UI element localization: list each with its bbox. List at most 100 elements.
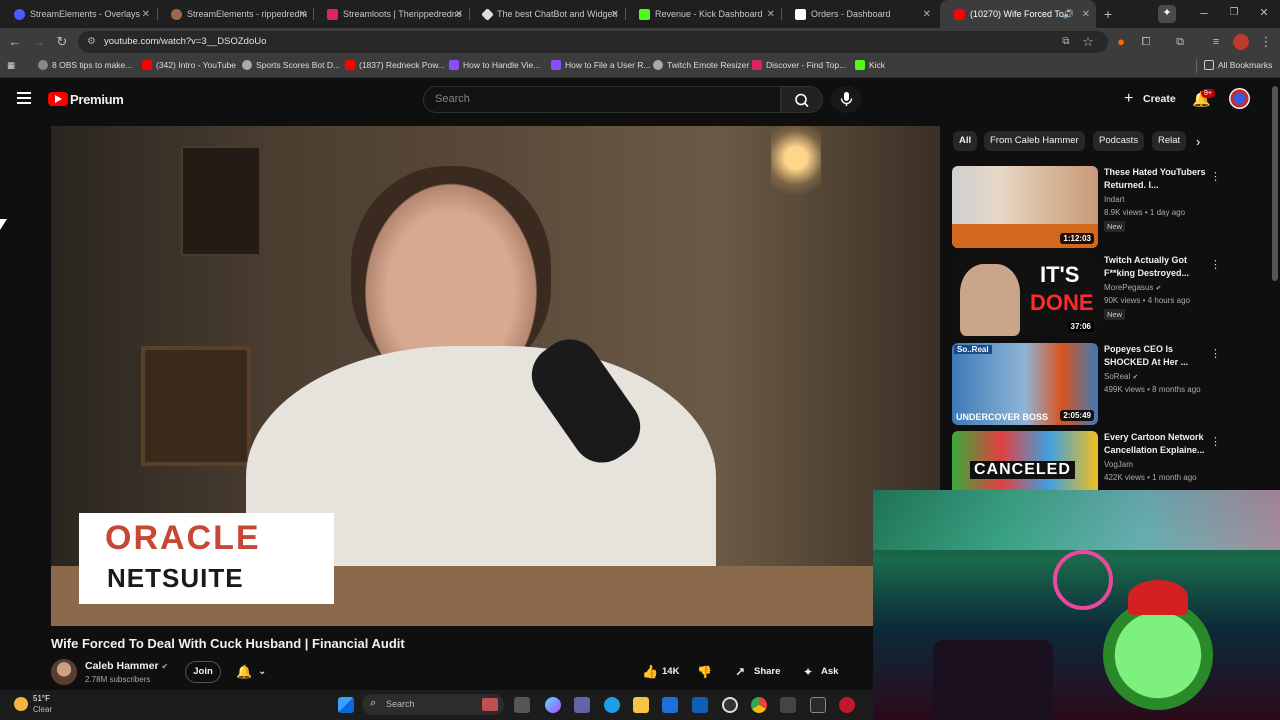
recommendation-title[interactable]: These Hated YouTubers Returned. I...	[1104, 166, 1208, 192]
recommendation-title[interactable]: Twitch Actually Got F**king Destroyed...	[1104, 254, 1208, 280]
search-button[interactable]	[781, 86, 823, 113]
window-close-button[interactable]: ✕	[1256, 5, 1272, 21]
account-avatar[interactable]	[1229, 88, 1250, 109]
bookmark-item[interactable]: (1837) Redneck Pow...	[345, 60, 445, 70]
video-thumbnail[interactable]: IT'S DONE 37:06	[952, 254, 1098, 336]
more-options-icon[interactable]: ⋮	[1210, 347, 1221, 360]
like-count[interactable]: 14K	[662, 661, 679, 683]
bookmark-item[interactable]: Sports Scores Bot D...	[242, 60, 340, 70]
copilot-icon[interactable]	[545, 697, 561, 713]
tab-youtube-active[interactable]: (10270) Wife Forced To De 🔊 ✕	[940, 0, 1096, 28]
channel-name[interactable]: Caleb Hammer ✔	[85, 660, 168, 672]
weather-temp[interactable]: 51°F	[33, 694, 50, 703]
extension-icon[interactable]: ●	[1113, 34, 1129, 50]
outlook-icon[interactable]	[692, 697, 708, 713]
sparkle-icon[interactable]: ✦	[803, 661, 813, 683]
obs-icon[interactable]	[722, 697, 738, 713]
store-icon[interactable]	[662, 697, 678, 713]
video-thumbnail[interactable]: So..Real UNDERCOVER BOSS 2:05:49	[952, 343, 1098, 425]
bookmark-star-icon[interactable]: ☆	[1080, 34, 1096, 50]
voice-search-button[interactable]	[831, 86, 862, 113]
bookmark-item[interactable]: 8 OBS tips to make...	[38, 60, 132, 70]
recommendation-channel[interactable]: Indart	[1104, 195, 1124, 204]
all-bookmarks[interactable]: All Bookmarks	[1204, 60, 1272, 70]
chevron-right-icon[interactable]: ›	[1196, 134, 1200, 149]
more-options-icon[interactable]: ⋮	[1210, 258, 1221, 271]
thumbs-up-icon[interactable]: 👍	[642, 661, 658, 683]
recommendation-title[interactable]: Popeyes CEO Is SHOCKED At Her ...	[1104, 343, 1208, 369]
teams-icon[interactable]	[574, 697, 590, 713]
recommendation-channel[interactable]: SoReal ✔	[1104, 372, 1138, 381]
share-button[interactable]: Share	[754, 661, 780, 683]
close-icon[interactable]: ✕	[611, 9, 619, 20]
site-info-icon[interactable]: ⚙	[87, 36, 96, 47]
extensions-puzzle-icon[interactable]: ⧠	[1138, 34, 1154, 50]
tab-streamloots[interactable]: Streamloots | Therippedredne ✕	[313, 0, 469, 28]
video-thumbnail[interactable]: 1:12:03	[952, 166, 1098, 248]
page-scrollbar[interactable]	[1272, 86, 1278, 281]
close-icon[interactable]: ✕	[299, 9, 307, 20]
plus-icon[interactable]: +	[1124, 91, 1133, 107]
tab-kick-revenue[interactable]: Revenue - Kick Dashboard ✕	[625, 0, 781, 28]
chrome-icon[interactable]	[751, 697, 767, 713]
more-options-icon[interactable]: ⋮	[1210, 435, 1217, 448]
address-bar[interactable]: ⚙ youtube.com/watch?v=3__DSOZdoUo	[78, 31, 1108, 53]
close-icon[interactable]: ✕	[142, 9, 150, 20]
bookmark-item[interactable]: Discover - Find Top...	[752, 60, 846, 70]
back-arrow-icon[interactable]: ←	[7, 34, 23, 50]
create-button[interactable]: Create	[1143, 93, 1176, 105]
tab-chatbot-widgets[interactable]: The best ChatBot and Widgets ✕	[469, 0, 625, 28]
bookmark-item[interactable]: How to File a User R...	[551, 60, 651, 70]
hamburger-menu-icon[interactable]	[17, 92, 31, 104]
recommendation-item[interactable]: So..Real UNDERCOVER BOSS 2:05:49 Popeyes…	[952, 343, 1221, 425]
sparkle-icon[interactable]: ✦	[1158, 5, 1176, 23]
tab-streamelements-rippedredneck[interactable]: StreamElements - rippedredne ✕	[157, 0, 313, 28]
thumbs-down-icon[interactable]: 👎	[697, 661, 712, 683]
restore-button[interactable]: ❐	[1226, 5, 1242, 21]
terminal-icon[interactable]	[810, 697, 826, 713]
video-player[interactable]: ORACLE NETSUITE	[51, 126, 940, 626]
profile-avatar[interactable]	[1233, 34, 1249, 50]
bookmark-item[interactable]: How to Handle Vie...	[449, 60, 540, 70]
tab-streamelements-overlays[interactable]: StreamElements - Overlays ✕	[0, 0, 156, 28]
close-icon[interactable]: ✕	[923, 9, 931, 20]
share-icon[interactable]: ↗	[735, 661, 745, 683]
install-app-icon[interactable]: ⧉	[1058, 34, 1074, 50]
weather-sun-icon[interactable]	[14, 697, 28, 711]
recommendation-item[interactable]: CANCELED Every Cartoon Network Cancellat…	[952, 431, 1217, 491]
app-icon[interactable]	[839, 697, 855, 713]
bell-icon[interactable]: 🔔	[236, 661, 252, 683]
menu-kebab-icon[interactable]: ⋮	[1258, 34, 1274, 50]
join-button[interactable]: Join	[185, 661, 221, 683]
speaker-icon[interactable]: 🔊	[1063, 9, 1074, 20]
windows-start-icon[interactable]	[338, 697, 354, 713]
recommendation-channel[interactable]: MorePegasus ✔	[1104, 283, 1161, 292]
chip-related[interactable]: Relat	[1152, 131, 1187, 151]
reload-icon[interactable]: ↻	[54, 34, 70, 50]
reading-list-icon[interactable]: ⧉	[1172, 34, 1188, 50]
chevron-down-icon[interactable]: ⌄	[258, 661, 266, 683]
chip-podcasts[interactable]: Podcasts	[1093, 131, 1145, 151]
more-options-icon[interactable]: ⋮	[1210, 170, 1221, 183]
close-icon[interactable]: ✕	[455, 9, 463, 20]
recommendation-item[interactable]: IT'S DONE 37:06 Twitch Actually Got F**k…	[952, 254, 1221, 336]
app-icon[interactable]	[780, 697, 796, 713]
bookmark-item[interactable]: Twitch Emote Resizer	[653, 60, 749, 70]
recommendation-item[interactable]: 1:12:03 These Hated YouTubers Returned. …	[952, 166, 1221, 248]
taskbar-search[interactable]: ⌕ Search	[362, 694, 504, 715]
file-explorer-icon[interactable]	[633, 697, 649, 713]
task-view-icon[interactable]	[514, 697, 530, 713]
close-icon[interactable]: ✕	[1082, 9, 1090, 20]
media-controls-icon[interactable]: ≡	[1208, 34, 1224, 50]
bookmark-item[interactable]: Kick	[855, 60, 885, 70]
forward-arrow-icon[interactable]: →	[31, 34, 47, 50]
channel-avatar[interactable]	[51, 659, 77, 685]
chip-all[interactable]: All	[953, 131, 978, 151]
chip-from-channel[interactable]: From Caleb Hammer	[984, 131, 1085, 151]
search-input[interactable]: Search	[423, 86, 781, 113]
recommendation-title[interactable]: Every Cartoon Network Cancellation Expla…	[1104, 431, 1208, 457]
bookmark-item[interactable]: (342) Intro - YouTube	[142, 60, 236, 70]
new-tab-button[interactable]: +	[1100, 6, 1116, 22]
tab-orders-dashboard[interactable]: Orders - Dashboard ✕	[781, 0, 937, 28]
youtube-premium-logo[interactable]: Premium	[70, 92, 124, 107]
